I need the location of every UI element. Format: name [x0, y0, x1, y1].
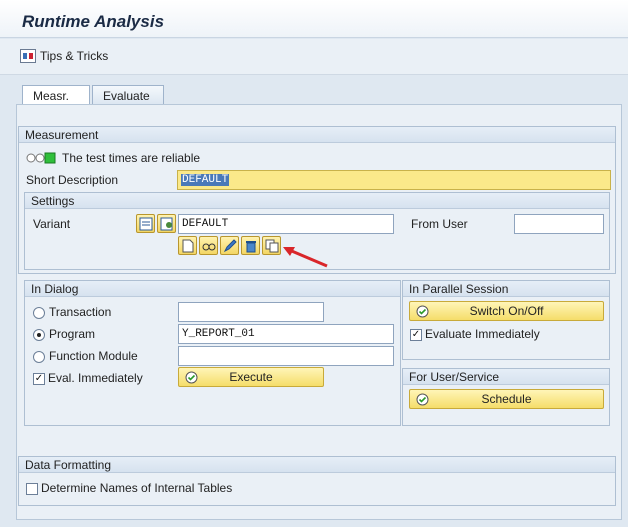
program-label: Program — [49, 327, 96, 341]
copy-variant-button[interactable] — [262, 236, 281, 255]
user-variant-icon — [160, 217, 173, 231]
evaluate-immediately-checkbox[interactable]: ✓ — [410, 329, 422, 341]
measurement-header: Measurement — [19, 127, 615, 143]
transaction-label: Transaction — [49, 305, 112, 319]
page-title: Runtime Analysis — [22, 12, 165, 31]
tips-icon — [20, 49, 36, 63]
in-dialog-header: In Dialog — [25, 281, 400, 297]
tab-evaluate[interactable]: Evaluate — [92, 85, 164, 105]
data-formatting-header: Data Formatting — [19, 457, 615, 473]
clock-check-icon — [416, 305, 429, 318]
variant-label: Variant — [33, 217, 71, 231]
evaluate-immediately-label: Evaluate Immediately — [425, 327, 540, 341]
tips-label: Tips & Tricks — [40, 49, 109, 63]
copy-icon — [265, 239, 279, 253]
determine-names-checkbox[interactable] — [26, 483, 38, 495]
determine-names-label: Determine Names of Internal Tables — [41, 481, 233, 495]
new-document-icon — [182, 239, 194, 253]
variant-user-button[interactable] — [157, 214, 176, 233]
trash-icon — [246, 241, 256, 253]
application-toolbar: Tips & Tricks — [0, 39, 628, 75]
status-text: The test times are reliable — [62, 151, 201, 165]
transaction-radio[interactable] — [33, 307, 45, 319]
execute-label: Execute — [229, 370, 273, 384]
short-description-value: DEFAULT — [181, 174, 230, 186]
tips-and-tricks-button[interactable]: Tips & Tricks — [20, 49, 108, 63]
tab-measr[interactable]: Measr. — [22, 85, 90, 106]
user-service-header: For User/Service — [403, 369, 609, 385]
glasses-icon — [202, 243, 216, 251]
function-module-field[interactable] — [178, 346, 394, 366]
function-module-label: Function Module — [49, 349, 138, 363]
clock-check-icon — [416, 393, 429, 406]
program-field[interactable]: Y_REPORT_01 — [178, 324, 394, 344]
short-description-label: Short Description — [26, 173, 119, 187]
variant-field[interactable]: DEFAULT — [178, 214, 394, 234]
parallel-session-header: In Parallel Session — [403, 281, 609, 297]
variant-list-icon — [139, 217, 153, 231]
from-user-field[interactable] — [514, 214, 604, 234]
title-bar: Runtime Analysis — [0, 0, 628, 38]
function-module-radio[interactable] — [33, 351, 45, 363]
clock-check-icon — [185, 371, 198, 384]
switch-on-off-button[interactable]: Switch On/Off — [409, 301, 604, 321]
annotation-arrow-icon — [283, 247, 328, 268]
switch-on-off-label: Switch On/Off — [469, 304, 544, 318]
execute-button[interactable]: Execute — [178, 367, 324, 387]
short-description-field[interactable]: DEFAULT — [177, 170, 611, 190]
delete-variant-button[interactable] — [241, 236, 260, 255]
transaction-field[interactable] — [178, 302, 324, 322]
eval-immediately-label: Eval. Immediately — [48, 371, 143, 385]
variant-select-button[interactable] — [136, 214, 155, 233]
create-variant-button[interactable] — [178, 236, 197, 255]
from-user-label: From User — [411, 217, 468, 231]
schedule-label: Schedule — [481, 392, 532, 406]
change-variant-button[interactable] — [220, 236, 239, 255]
pencil-icon — [223, 239, 237, 253]
display-variant-button[interactable] — [199, 236, 218, 255]
traffic-light-icon — [26, 152, 56, 164]
schedule-button[interactable]: Schedule — [409, 389, 604, 409]
eval-immediately-checkbox[interactable]: ✓ — [33, 373, 45, 385]
program-radio[interactable] — [33, 329, 45, 341]
settings-header: Settings — [25, 193, 609, 209]
